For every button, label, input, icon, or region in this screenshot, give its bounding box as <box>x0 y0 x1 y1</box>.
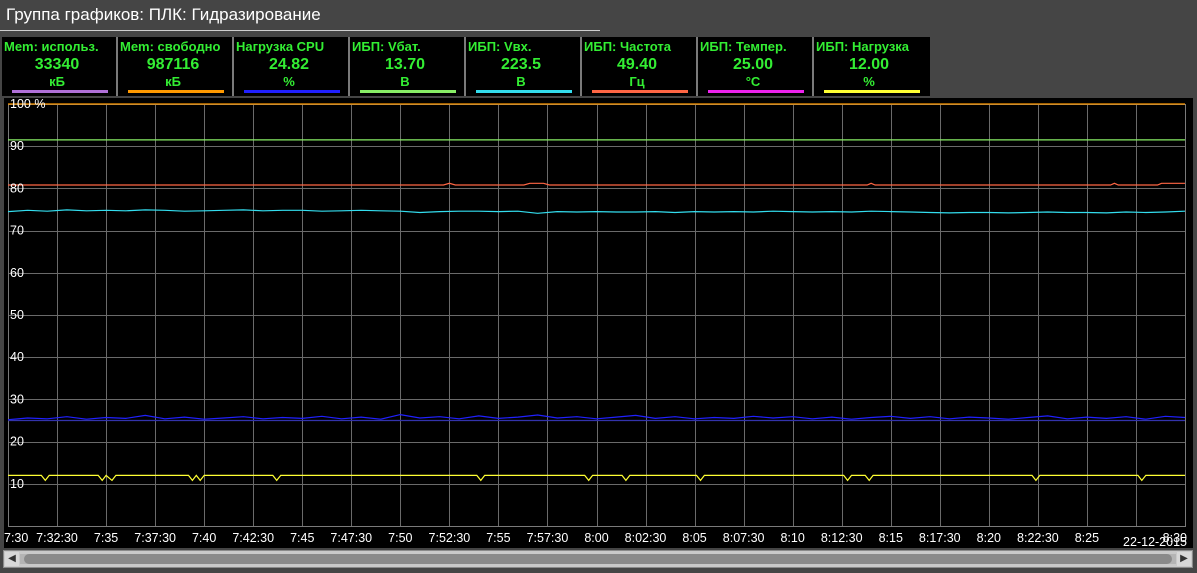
y-tick-label: 100 % <box>10 98 45 111</box>
x-tick-label: 7:37:30 <box>134 531 176 545</box>
legend-value: 223.5 <box>500 56 542 73</box>
legend-item-mem-used[interactable]: Mem: использ. 33340 кБ <box>2 37 118 96</box>
legend-value: 49.40 <box>616 56 658 73</box>
legend-unit: кБ <box>49 74 65 89</box>
title-bar: Группа графиков: ПЛК: Гидразирование <box>0 0 600 31</box>
x-tick-label: 7:32:30 <box>36 531 78 545</box>
x-tick-label: 8:05 <box>682 531 706 545</box>
y-tick-label: 60 <box>10 266 24 280</box>
y-tick-label: 20 <box>10 435 24 449</box>
legend-item-ups-vin[interactable]: ИБП: Vвх. 223.5 В <box>466 37 582 96</box>
y-tick-label: 80 <box>10 181 24 195</box>
legend-value: 987116 <box>146 56 200 73</box>
chart-background <box>4 98 1193 548</box>
y-tick-label: 70 <box>10 224 24 238</box>
legend-item-ups-temperature[interactable]: ИБП: Темпер. 25.00 °C <box>698 37 814 96</box>
legend-unit: Гц <box>629 74 645 89</box>
x-tick-label: 8:00 <box>584 531 608 545</box>
legend-value: 25.00 <box>732 56 774 73</box>
x-tick-label: 7:40 <box>192 531 216 545</box>
x-tick-label: 7:35 <box>94 531 118 545</box>
legend-item-mem-free[interactable]: Mem: свободно 987116 кБ <box>118 37 234 96</box>
legend-color-swatch <box>128 90 224 93</box>
x-tick-label: 8:10 <box>780 531 804 545</box>
x-tick-label: 8:15 <box>879 531 903 545</box>
scroll-right-button[interactable]: ▶ <box>1177 552 1191 566</box>
legend-unit: В <box>400 74 410 89</box>
legend-color-swatch <box>708 90 804 93</box>
y-tick-label: 50 <box>10 308 24 322</box>
legend-title: ИБП: Vвх. <box>468 39 532 54</box>
x-tick-label: 8:02:30 <box>625 531 667 545</box>
legend-unit: % <box>863 74 875 89</box>
legend-panel: Mem: использ. 33340 кБ Mem: свободно 987… <box>2 37 930 96</box>
legend-value: 24.82 <box>268 56 310 73</box>
legend-value: 33340 <box>34 56 80 73</box>
x-tick-label: 7:50 <box>388 531 412 545</box>
x-tick-label: 7:52:30 <box>429 531 471 545</box>
legend-title: Нагрузка CPU <box>236 39 325 54</box>
legend-value: 12.00 <box>848 56 890 73</box>
x-tick-label: 8:20 <box>977 531 1001 545</box>
legend-title: ИБП: Vбат. <box>352 39 421 54</box>
trend-chart[interactable]: 100 % 90 80 70 60 50 40 30 20 10 7:30 7:32:30 7:35 7… <box>4 98 1193 548</box>
x-tick-label: 8:25 <box>1075 531 1099 545</box>
scroll-thumb[interactable] <box>24 554 1172 564</box>
legend-color-swatch <box>12 90 108 93</box>
x-tick-label: 7:30 <box>4 531 28 545</box>
legend-color-swatch <box>824 90 920 93</box>
y-tick-label: 30 <box>10 392 24 406</box>
x-tick-label: 7:55 <box>486 531 510 545</box>
legend-unit: В <box>516 74 526 89</box>
x-tick-label: 8:12:30 <box>821 531 863 545</box>
x-tick-label: 7:42:30 <box>232 531 274 545</box>
legend-title: ИБП: Темпер. <box>700 39 787 54</box>
window-title: Группа графиков: ПЛК: Гидразирование <box>6 5 321 24</box>
legend-item-cpu-load[interactable]: Нагрузка CPU 24.82 % <box>234 37 350 96</box>
x-tick-label: 8:07:30 <box>723 531 765 545</box>
y-tick-label: 90 <box>10 139 24 153</box>
scroll-track[interactable] <box>20 554 1176 564</box>
legend-title: ИБП: Нагрузка <box>816 39 910 54</box>
legend-title: ИБП: Частота <box>584 39 671 54</box>
legend-color-swatch <box>360 90 456 93</box>
legend-unit: °C <box>745 74 761 89</box>
legend-title: Mem: использ. <box>4 39 99 54</box>
x-tick-label: 8:17:30 <box>919 531 961 545</box>
y-tick-label: 10 <box>10 477 24 491</box>
legend-color-swatch <box>476 90 572 93</box>
legend-item-ups-load[interactable]: ИБП: Нагрузка 12.00 % <box>814 37 930 96</box>
legend-title: Mem: свободно <box>120 39 221 54</box>
legend-value: 13.70 <box>384 56 426 73</box>
x-tick-label: 7:57:30 <box>527 531 569 545</box>
legend-color-swatch <box>592 90 688 93</box>
x-tick-label: 7:45 <box>290 531 314 545</box>
date-label: 22-12-2015 <box>1123 535 1187 548</box>
time-scrollbar[interactable]: ◀ ▶ <box>3 550 1193 568</box>
y-tick-label: 40 <box>10 350 24 364</box>
legend-unit: % <box>283 74 295 89</box>
legend-item-ups-vbat[interactable]: ИБП: Vбат. 13.70 В <box>350 37 466 96</box>
legend-unit: кБ <box>165 74 181 89</box>
x-tick-label: 7:47:30 <box>330 531 372 545</box>
x-tick-label: 8:22:30 <box>1017 531 1059 545</box>
scroll-left-button[interactable]: ◀ <box>5 552 19 566</box>
legend-item-ups-frequency[interactable]: ИБП: Частота 49.40 Гц <box>582 37 698 96</box>
legend-color-swatch <box>244 90 340 93</box>
